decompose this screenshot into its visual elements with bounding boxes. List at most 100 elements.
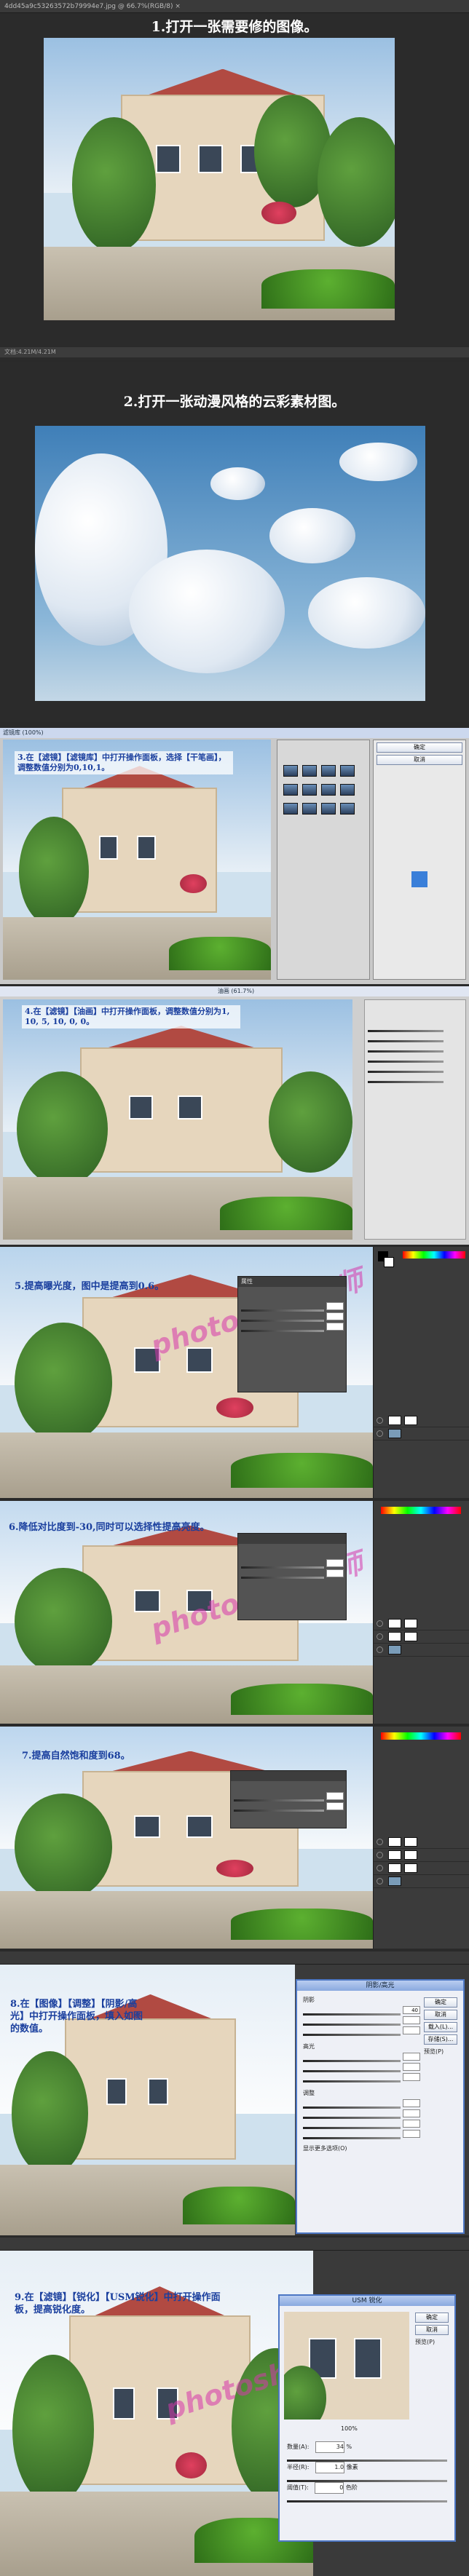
layers-list [374,1836,469,1888]
tree [12,2051,89,2176]
layer-row[interactable] [374,1644,469,1657]
cancel-button[interactable]: 取消 [415,2325,449,2335]
filter-thumb[interactable] [340,765,355,777]
layer-row[interactable] [374,1849,469,1862]
slider-row[interactable] [365,1042,465,1053]
slider-row[interactable] [300,2016,422,2026]
hedge [261,269,395,309]
slider-row[interactable] [300,2119,422,2129]
step7-caption: 7.提高自然饱和度到68。 [22,1751,130,1761]
document-tab[interactable] [0,1951,469,1965]
filter-thumb[interactable] [302,784,317,796]
preview-checkbox[interactable]: 预览(P) [421,2048,444,2055]
cloud [269,508,355,563]
cancel-button[interactable]: 取消 [377,755,462,765]
slider-row[interactable] [238,1301,346,1312]
slider-row[interactable] [365,1073,465,1083]
layer-row[interactable] [374,1875,469,1888]
hedge [231,1452,373,1489]
slider-row[interactable] [365,1022,465,1032]
exposure-properties: 属性 [237,1276,347,1392]
filter-thumb[interactable] [283,784,298,796]
flowers [175,2452,207,2478]
ok-button[interactable]: 确定 [424,1997,457,2008]
step9-caption: 9.在【滤镜】【锐化】【USM锐化】中打开操作面板，提高锐化度。 [15,2292,221,2315]
filter-thumb[interactable] [283,803,298,815]
layer-row[interactable] [374,1427,469,1440]
slider-row[interactable] [300,2062,422,2072]
layer-row[interactable] [374,1617,469,1630]
slider-row[interactable] [238,1322,346,1332]
slider-row[interactable] [300,2072,422,2082]
filter-thumb[interactable] [340,803,355,815]
brightness-contrast-properties [237,1533,347,1620]
window [178,1095,202,1119]
slider-row[interactable] [365,1063,465,1073]
step8-caption: 8.在【图像】【调整】【阴影/高光】中打开操作面板，填入如图的数值。 [10,1999,143,2034]
shadow-amount-field[interactable]: 40 [403,2006,420,2014]
layers-list [374,1414,469,1440]
layer-row[interactable] [374,1630,469,1644]
load-button[interactable]: 载入(L)... [424,2022,457,2032]
filter-settings: 确定 取消 [373,740,466,980]
window [147,2078,168,2106]
tree [19,816,89,927]
tree [12,2355,94,2505]
slider-row[interactable] [284,2492,450,2502]
slider-row[interactable] [238,1558,346,1569]
slider-row[interactable] [365,1053,465,1063]
slider-row[interactable] [284,2452,450,2462]
filter-thumb[interactable] [283,765,298,777]
layer-row[interactable] [374,1414,469,1427]
slider-row[interactable] [231,1802,346,1812]
settings-area: 阴影 40 高光 调整 显示更多选项(O) [300,1995,422,2154]
show-more-checkbox[interactable]: 显示更多选项(O) [300,2144,422,2154]
layer-row[interactable] [374,1836,469,1849]
filter-thumb[interactable] [321,765,336,777]
slider-row[interactable] [300,2129,422,2139]
properties-title: 属性 [238,1277,346,1287]
oil-paint-settings [364,999,466,1240]
step2-title: 2.打开一张动漫风格的云彩素材图。 [123,394,346,410]
slider-row[interactable] [300,2109,422,2119]
slider-row[interactable]: 40 [300,2005,422,2016]
vibrance-properties [230,1770,347,1828]
layers-panel [373,1501,469,1724]
filter-thumb[interactable] [302,765,317,777]
background-color[interactable] [384,1257,394,1267]
slider-row[interactable] [238,1312,346,1322]
window [186,1815,213,1838]
color-spectrum[interactable] [403,1251,465,1259]
slider-row[interactable] [300,2099,422,2109]
save-button[interactable]: 存储(S)... [424,2034,457,2045]
preview-checkbox[interactable]: 预览(P) [412,2339,435,2345]
hedge [231,1909,373,1940]
filter-thumb[interactable] [340,784,355,796]
slider-row[interactable] [300,2052,422,2062]
color-spectrum[interactable] [381,1507,461,1514]
ok-button[interactable]: 确定 [377,742,462,753]
threshold-row: 阈值(T): 0 色阶 [284,2482,450,2494]
cloud [308,576,425,649]
amount-row: 数量(A): 34 % [284,2441,450,2453]
filter-thumb[interactable] [321,803,336,815]
ok-button[interactable]: 确定 [415,2313,449,2323]
slider-row[interactable] [284,2472,450,2482]
slider-row[interactable] [231,1791,346,1802]
slider-row[interactable] [238,1569,346,1579]
zoom-level[interactable]: 100% [338,2424,358,2434]
filter-thumb[interactable] [302,803,317,815]
color-spectrum[interactable] [381,1732,461,1740]
document-tab[interactable]: 4dd45a9c53263572b79994e7.jpg @ 66.7%(RGB… [0,0,469,13]
slider-row[interactable] [365,1032,465,1042]
threshold-label: 阈值(T): [287,2484,309,2491]
amount-unit: % [346,2444,352,2450]
cancel-button[interactable]: 取消 [424,2010,457,2020]
slider-row[interactable] [300,2026,422,2036]
selected-filter-swatch [411,871,427,887]
flowers [216,1398,254,1418]
filter-thumb[interactable] [321,784,336,796]
document-tab[interactable] [0,2238,469,2251]
layer-row[interactable] [374,1862,469,1875]
dialog-buttons: 确定 取消 载入(L)... 存储(S)... 预览(P) [421,1995,460,2057]
